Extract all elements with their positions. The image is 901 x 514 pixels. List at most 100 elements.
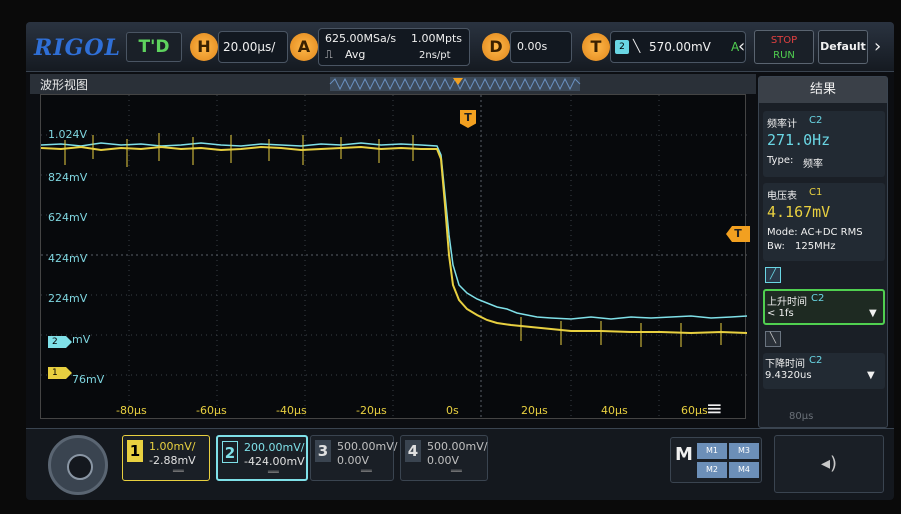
freq-type-label: Type: [767, 155, 794, 166]
x-label-6: 20μs [521, 404, 548, 417]
horizontal-key[interactable]: H [190, 33, 218, 61]
ch4-offset: 0.00V [427, 454, 460, 467]
default-button[interactable]: Default [818, 30, 868, 64]
rise-channel: C2 [811, 293, 825, 304]
volt-mode: Mode: AC+DC RMS [767, 227, 863, 238]
rise-dropdown-icon[interactable]: ▼ [869, 308, 877, 319]
delay-key[interactable]: D [482, 33, 510, 61]
x-label-2: -60μs [196, 404, 227, 417]
results-panel: 结果 频率计 C2 271.0Hz Type: 频率 电压表 C1 4.167m… [758, 76, 888, 428]
y-label-2: 824mV [48, 171, 88, 184]
rise-label: 上升时间 [767, 297, 807, 308]
stop-label: STOP [770, 35, 798, 46]
freq-value: 271.0Hz [767, 131, 831, 149]
ch3-scale: 500.00mV/ [337, 440, 398, 453]
x-label-7: 40μs [601, 404, 628, 417]
math-menu[interactable]: M M1 M3 M2 M4 [670, 437, 762, 483]
ch4-scale: 500.00mV/ [427, 440, 488, 453]
rise-time-icon: ╱ [765, 267, 781, 283]
volt-value: 4.167mV [767, 203, 831, 221]
acquire-mode-icon: ⎍ [325, 48, 333, 61]
memory-overview-bar[interactable] [30, 74, 756, 94]
ghost-x-label: 80μs [789, 411, 814, 422]
ch1-scale: 1.00mV/ [149, 440, 196, 453]
run-label: RUN [773, 50, 795, 61]
math-m1[interactable]: M1 [697, 443, 727, 459]
ch2-box[interactable]: 2 200.00mV/ -424.00mV ══ [216, 435, 308, 481]
ch2-trace [41, 142, 747, 320]
trigger-status[interactable]: T'D [126, 32, 182, 62]
speaker-icon[interactable]: ◂) [774, 435, 884, 493]
rise-value: < 1fs [767, 308, 794, 319]
delay-box[interactable]: 0.00s [510, 31, 572, 63]
acquire-mode: Avg [345, 48, 366, 61]
acquire-key[interactable]: A [290, 33, 318, 61]
math-key: M [675, 444, 693, 465]
acquire-box[interactable]: 625.00MSa/s 1.00Mpts ⎍ Avg 2ns/pt [318, 28, 470, 66]
oscilloscope-screen: RIGOL T'D H 20.00μs/ A 625.00MSa/s 1.00M… [26, 22, 894, 500]
y-label-6: mV [72, 333, 91, 346]
ch2-number: 2 [222, 441, 238, 463]
ch2-offset: -424.00mV [244, 455, 305, 468]
sample-interval: 2ns/pt [419, 50, 451, 61]
waveform-grid[interactable] [40, 94, 747, 420]
rise-time-card[interactable]: 上升时间 C2 < 1fs ▼ [763, 289, 885, 325]
fall-time-card[interactable]: 下降时间 C2 9.4320us ▼ [763, 353, 885, 389]
top-toolbar: RIGOL T'D H 20.00μs/ A 625.00MSa/s 1.00M… [26, 22, 894, 72]
trigger-box[interactable]: 2 ╲ 570.00mV A [610, 31, 746, 63]
timebase-box[interactable]: 20.00μs/ [218, 31, 288, 63]
ch1-coupling-icon: ══ [173, 467, 184, 477]
fall-time-icon: ╲ [765, 331, 781, 347]
freq-channel: C2 [809, 115, 823, 126]
ch1-number: 1 [127, 440, 143, 462]
ch4-coupling-icon: ══ [451, 467, 462, 477]
fall-label: 下降时间 [765, 359, 805, 370]
ch4-number: 4 [405, 440, 421, 462]
ch3-number: 3 [315, 440, 331, 462]
fall-channel: C2 [809, 355, 823, 366]
ch1-box[interactable]: 1 1.00mV/ -2.88mV ══ [122, 435, 210, 481]
x-label-8: 60μs [681, 404, 708, 417]
math-m3[interactable]: M3 [729, 443, 759, 459]
volt-bw-label: Bw: [767, 241, 785, 252]
math-m2[interactable]: M2 [697, 462, 727, 478]
fall-dropdown-icon[interactable]: ▼ [867, 370, 875, 381]
ch3-offset: 0.00V [337, 454, 370, 467]
run-stop-button[interactable]: STOP RUN [754, 30, 814, 64]
waveform-traces [41, 95, 747, 420]
fall-value: 9.4320us [765, 370, 812, 381]
rigol-logo: RIGOL [34, 35, 121, 61]
x-label-1: -80μs [116, 404, 147, 417]
frequency-counter-card[interactable]: 频率计 C2 271.0Hz Type: 频率 [763, 111, 885, 177]
volt-channel: C1 [809, 187, 823, 198]
y-label-1: 1.024V [48, 128, 88, 141]
ch4-box[interactable]: 4 500.00mV/ 0.00V ══ [400, 435, 488, 481]
volt-label: 电压表 [767, 191, 797, 202]
math-m4[interactable]: M4 [729, 462, 759, 478]
nav-right-icon[interactable]: › [874, 36, 881, 57]
x-label-3: -40μs [276, 404, 307, 417]
ch3-box[interactable]: 3 500.00mV/ 0.00V ══ [310, 435, 398, 481]
waveform-view-header: 波形视图 [30, 74, 756, 94]
bottom-bar: 1 1.00mV/ -2.88mV ══ 2 200.00mV/ -424.00… [26, 428, 894, 500]
volt-bw-value: 125MHz [795, 241, 836, 252]
gear-icon[interactable] [48, 435, 108, 495]
timebase-value: 20.00μs/ [223, 40, 276, 54]
results-title: 结果 [759, 77, 887, 103]
ch3-coupling-icon: ══ [361, 467, 372, 477]
sample-rate: 625.00MSa/s [325, 32, 397, 45]
trigger-source: 2 [615, 40, 629, 54]
ch2-scale: 200.00mV/ [244, 441, 305, 454]
memory-depth: 1.00Mpts [411, 32, 463, 45]
x-label-5: 0s [446, 404, 459, 417]
nav-left-icon[interactable]: ‹ [738, 36, 745, 57]
y-label-5: 224mV [48, 292, 88, 305]
freq-label: 频率计 [767, 119, 797, 130]
ch1-offset: -2.88mV [149, 454, 196, 467]
menu-icon[interactable]: ≡ [706, 396, 723, 420]
trigger-key[interactable]: T [582, 33, 610, 61]
freq-type-value: 频率 [803, 159, 823, 170]
voltmeter-card[interactable]: 电压表 C1 4.167mV Mode: AC+DC RMS Bw: 125MH… [763, 183, 885, 261]
trigger-level: 570.00mV [649, 40, 711, 54]
y-label-4: 424mV [48, 252, 88, 265]
